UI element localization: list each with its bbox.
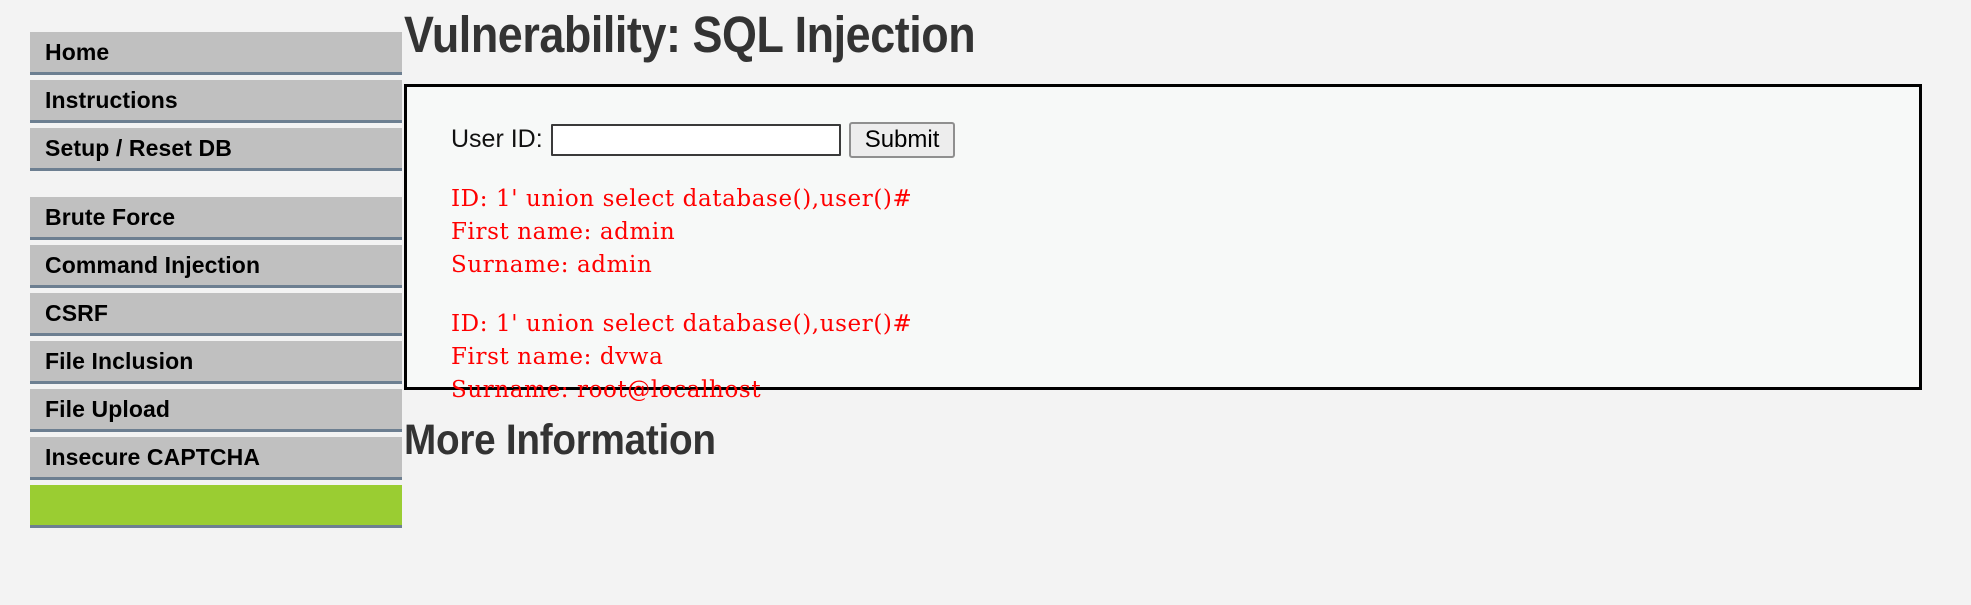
more-information-title: More Information <box>404 415 716 464</box>
sidebar-item-insecure-captcha[interactable]: Insecure CAPTCHA <box>30 437 402 480</box>
sidebar-group-vulnerabilities: Brute Force Command Injection CSRF File … <box>0 197 404 528</box>
sidebar-item-command-injection[interactable]: Command Injection <box>30 245 402 288</box>
query-results: ID: 1' union select database(),user()# F… <box>451 183 1919 407</box>
result-line-first-name: First name: admin <box>451 218 676 245</box>
sidebar-item-file-inclusion[interactable]: File Inclusion <box>30 341 402 384</box>
result-line-surname: Surname: admin <box>451 251 653 278</box>
result-line-id: ID: 1' union select database(),user()# <box>451 310 913 337</box>
user-id-input[interactable] <box>550 123 841 156</box>
page-title: Vulnerability: SQL Injection <box>404 6 976 63</box>
submit-button[interactable]: Submit <box>848 121 956 158</box>
sidebar: Home Instructions Setup / Reset DB Brute… <box>0 0 404 533</box>
user-id-label: User ID: <box>451 125 543 154</box>
dvwa-page: Home Instructions Setup / Reset DB Brute… <box>0 0 1971 605</box>
result-line-first-name: First name: dvwa <box>451 343 664 370</box>
sidebar-item-setup-reset-db[interactable]: Setup / Reset DB <box>30 128 402 171</box>
sidebar-item-brute-force[interactable]: Brute Force <box>30 197 402 240</box>
sidebar-item-instructions[interactable]: Instructions <box>30 80 402 123</box>
user-id-form: User ID: Submit <box>451 121 1919 159</box>
sidebar-item-file-upload[interactable]: File Upload <box>30 389 402 432</box>
sidebar-item-csrf[interactable]: CSRF <box>30 293 402 336</box>
main-content: Vulnerability: SQL Injection User ID: Su… <box>404 0 1971 463</box>
result-block: ID: 1' union select database(),user()# F… <box>451 183 1919 282</box>
sidebar-item-active[interactable] <box>30 485 402 528</box>
sidebar-group-main: Home Instructions Setup / Reset DB <box>0 32 404 171</box>
vulnerability-panel: User ID: Submit ID: 1' union select data… <box>404 83 1922 403</box>
result-line-id: ID: 1' union select database(),user()# <box>451 185 913 212</box>
sidebar-item-home[interactable]: Home <box>30 32 402 75</box>
